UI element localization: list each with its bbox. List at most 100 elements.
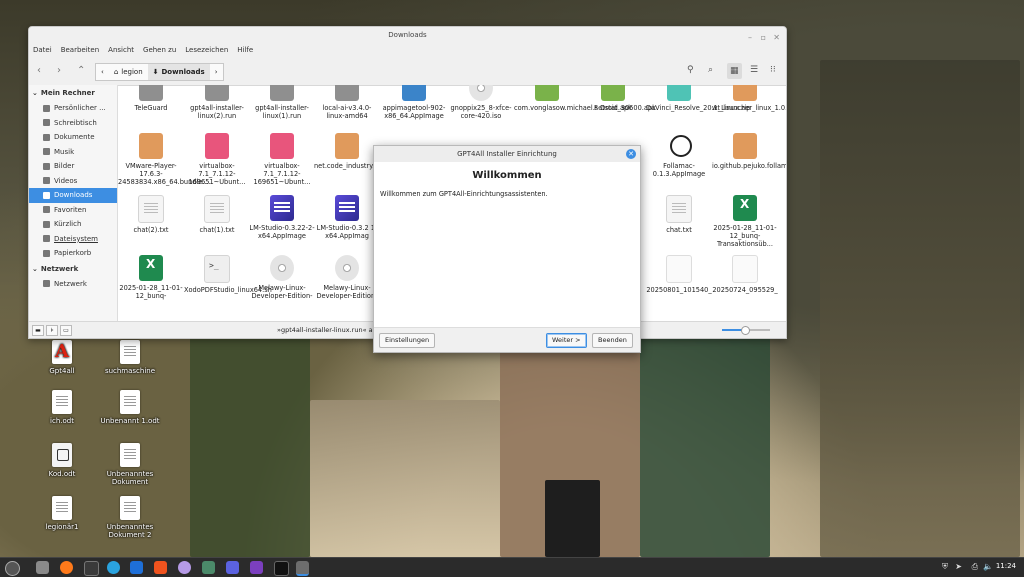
telegram-icon[interactable] (107, 561, 120, 574)
settings-button[interactable]: Einstellungen (379, 333, 436, 348)
sidebar-item-favorites[interactable]: Favoriten (29, 203, 117, 218)
file-item[interactable]: Melawy-Linux-Developer-Edition- (314, 255, 380, 300)
sidebar-item-trash[interactable]: Papierkorb (29, 246, 117, 261)
file-item[interactable]: virtualbox-7.1_7.1.12-169651~Ubunt... (249, 133, 315, 186)
file-item[interactable]: LM-Studio-0.3.22-2-x64.AppImage (249, 195, 315, 240)
forward-icon[interactable]: › (57, 65, 61, 76)
gpt4all-installer-taskbar-icon[interactable] (296, 561, 309, 576)
tradingview-icon[interactable] (274, 561, 289, 576)
file-item[interactable]: LM-Studio-0.3.2 1-x64.AppImag (314, 195, 380, 240)
file-manager-titlebar[interactable]: Downloads – ▫ ✕ (29, 27, 786, 43)
file-item[interactable]: wt_launcher_linux_1.0.3.26.tar.gz (712, 85, 786, 112)
file-item[interactable]: chat(1).txt (184, 195, 250, 234)
clock[interactable]: 11:24 (996, 562, 1016, 570)
file-item[interactable]: virtualbox-7.1_7.1.12-169651~Ubunt... (184, 133, 250, 186)
files-icon[interactable] (36, 561, 49, 574)
volume-icon[interactable]: 🔈 (983, 562, 993, 571)
desktop-icon-ich-odt[interactable]: ich.odt (32, 390, 92, 425)
firefox-icon[interactable] (60, 561, 73, 574)
file-item[interactable]: TeleGuard (118, 85, 184, 112)
start-menu-icon[interactable] (5, 561, 20, 576)
dialog-titlebar[interactable]: GPT4All Installer Einrichtung ✕ (374, 146, 640, 162)
hide-sidebar-icon[interactable]: ▭ (60, 325, 72, 336)
send-icon[interactable]: ➤ (955, 562, 962, 571)
places-toggle-icon[interactable]: ▬ (32, 325, 44, 336)
list-view-icon[interactable]: ☰ (750, 65, 758, 75)
proton-icon[interactable] (226, 561, 239, 574)
file-item[interactable]: 20250801_101540_ (646, 255, 712, 294)
menu-gehen-zu[interactable]: Gehen zu (143, 46, 176, 54)
sidebar-header-computer[interactable]: ⌄ Mein Rechner (29, 85, 117, 101)
breadcrumb-downloads[interactable]: ⬇ Downloads (147, 64, 210, 80)
breadcrumb-legion[interactable]: ⌂ legion (109, 64, 148, 80)
shield-icon[interactable]: ⛨ (942, 562, 948, 572)
terminal-icon[interactable] (84, 561, 99, 576)
minimize-icon[interactable]: – (748, 30, 752, 46)
file-item[interactable]: Melawy-Linux-Developer-Edition- (249, 255, 315, 300)
file-item[interactable]: gpt4all-installer-linux(1).run (249, 85, 315, 120)
desktop-icon-kod-odt[interactable]: Kod.odt (32, 443, 92, 478)
menu-datei[interactable]: Datei (33, 46, 52, 54)
sidebar-item-pictures[interactable]: Bilder (29, 159, 117, 174)
finish-button[interactable]: Beenden (592, 333, 633, 348)
sidebar-item-documents[interactable]: Dokumente (29, 130, 117, 145)
desktop-icon-unbenanntes-dokument[interactable]: Unbenanntes Dokument (100, 443, 160, 486)
zoom-slider-handle[interactable] (741, 326, 750, 335)
file-item[interactable]: io.github.pejuko.follamac.flatpakref (712, 133, 786, 170)
app-icon[interactable] (202, 561, 215, 574)
sidebar-header-network[interactable]: ⌄ Netzwerk (29, 261, 117, 277)
sidebar-item-videos[interactable]: Videos (29, 174, 117, 189)
file-item[interactable]: DaVinci_Resolve_20.1_Linux.zip (646, 85, 750, 112)
compact-view-icon[interactable]: ⁝⁝ (770, 65, 776, 75)
back-icon[interactable]: ‹ (37, 65, 41, 76)
icon-view-icon[interactable]: ▦ (727, 63, 742, 79)
file-item[interactable]: chat.txt (646, 195, 712, 234)
file-item[interactable]: local-ai-v3.4.0-linux-amd64 (314, 85, 380, 120)
sidebar-item-music[interactable]: Musik (29, 145, 117, 160)
menu-ansicht[interactable]: Ansicht (108, 46, 134, 54)
up-icon[interactable]: ⌃ (77, 65, 85, 76)
app-icon[interactable] (250, 561, 263, 574)
breadcrumb-toggle-icon[interactable]: ‹ (96, 64, 109, 80)
printer-icon[interactable]: ⎙ (972, 562, 978, 572)
vivaldi-icon[interactable] (130, 561, 143, 574)
sidebar-item-recent[interactable]: Kürzlich (29, 217, 117, 232)
sidebar-item-downloads[interactable]: Downloads (29, 188, 117, 203)
file-item[interactable]: 2025-01-28_11-01-12_bunq-Transaktionsüb.… (712, 195, 778, 248)
file-item[interactable]: chat(2).txt (118, 195, 184, 234)
menu-bearbeiten[interactable]: Bearbeiten (61, 46, 99, 54)
file-item[interactable]: Follamac-0.1.3.AppImage (646, 133, 712, 178)
breadcrumb-next-icon[interactable]: › (210, 64, 223, 80)
menu-hilfe[interactable]: Hilfe (237, 46, 253, 54)
next-button[interactable]: Weiter > (546, 333, 587, 348)
file-item[interactable]: XodoPDFStudio_linux64.sh (184, 255, 272, 294)
search-icon[interactable]: ⌕ (708, 65, 713, 75)
menu-lesezeichen[interactable]: Lesezeichen (185, 46, 228, 54)
close-icon[interactable]: ✕ (626, 149, 636, 159)
sidebar-item-filesystem[interactable]: Dateisystem (29, 232, 117, 247)
file-item[interactable]: com.vonglasow.michael.satstat_30600.apk (514, 85, 656, 112)
desktop-icon-suchmaschine[interactable]: suchmaschine (100, 340, 160, 375)
file-item[interactable]: F-Droid.apk (580, 85, 646, 112)
maximize-icon[interactable]: ▫ (761, 30, 766, 46)
app-icon[interactable] (178, 561, 191, 574)
location-pin-icon[interactable]: ⚲ (687, 65, 694, 75)
sidebar-item-network[interactable]: Netzwerk (29, 277, 117, 292)
desktop-icon-unbenanntes-dokument-2[interactable]: Unbenanntes Dokument 2 (100, 496, 160, 539)
desktop-icon-legionaer1[interactable]: legionär1 (32, 496, 92, 531)
desktop-icon-unbenannt-1[interactable]: Unbenannt 1.odt (100, 390, 160, 425)
file-item[interactable]: 2025-01-28_11-01-12_bunq- (118, 255, 184, 300)
desktop-icon-gpt4all[interactable]: Gpt4all (32, 340, 92, 375)
file-item[interactable]: VMware-Player-17.6.3-24583834.x86_64.bun… (118, 133, 211, 186)
file-item[interactable]: 20250724_095529_ (712, 255, 778, 294)
file-item[interactable]: net.code_industry.MasterPDFEdito... (314, 133, 433, 170)
tree-toggle-icon[interactable]: ⊧ (46, 325, 58, 336)
sidebar-item-desktop[interactable]: Schreibtisch (29, 116, 117, 131)
zoom-slider[interactable] (722, 326, 770, 335)
close-icon[interactable]: ✕ (773, 30, 780, 46)
brave-icon[interactable] (154, 561, 167, 574)
file-item[interactable]: appimagetool-902-x86_64.AppImage (381, 85, 447, 120)
sidebar-item-home[interactable]: Persönlicher ... (29, 101, 117, 116)
file-item[interactable]: gnoppix25_8-xfce-core-420.iso (448, 85, 514, 120)
file-item[interactable]: gpt4all-installer-linux(2).run (184, 85, 250, 120)
